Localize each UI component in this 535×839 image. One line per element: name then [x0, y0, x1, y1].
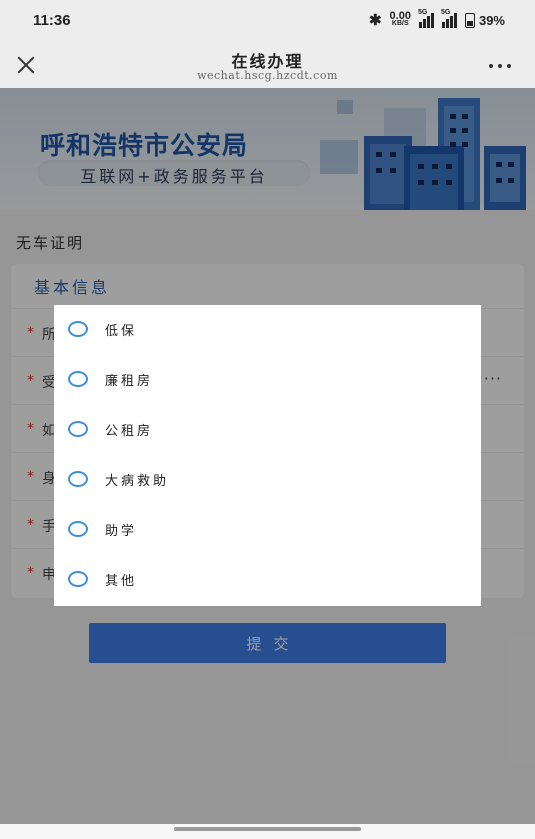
option-label: 低保: [105, 324, 138, 339]
battery-icon: [464, 12, 475, 28]
status-time: 11:36: [33, 12, 71, 29]
radio-icon[interactable]: [68, 421, 88, 437]
signal-label-2: 5G: [440, 9, 451, 16]
option-qita[interactable]: 其他: [54, 555, 481, 605]
option-zhuxue[interactable]: 助学: [54, 505, 481, 555]
radio-icon[interactable]: [68, 521, 88, 537]
net-speed-unit: KB/S: [391, 20, 409, 27]
more-icon[interactable]: [489, 64, 511, 68]
nav-bar: 在线办理 wechat.hscg.hzcdt.com: [0, 42, 535, 88]
bluetooth-icon: ✱: [368, 12, 382, 29]
option-label: 公租房: [105, 424, 154, 439]
network-speed: 0.00 KB/S: [389, 10, 411, 28]
status-bar: 11:36 ✱ 0.00 KB/S 5G 5G 39%: [0, 0, 535, 42]
signal-label-1: 5G: [417, 9, 428, 16]
option-gongzufang[interactable]: 公租房: [54, 405, 481, 455]
system-bottom-bar: [0, 824, 535, 839]
radio-icon[interactable]: [68, 321, 88, 337]
net-speed-value: 0.00: [389, 10, 411, 22]
battery-indicator: 39%: [464, 12, 505, 28]
signal-icon-1: 5G: [417, 9, 434, 28]
radio-icon[interactable]: [68, 571, 88, 587]
option-label: 大病救助: [105, 474, 170, 489]
radio-icon[interactable]: [68, 471, 88, 487]
option-lianzufang[interactable]: 廉租房: [54, 355, 481, 405]
option-dabingjiuzhu[interactable]: 大病救助: [54, 455, 481, 505]
battery-percent: 39%: [478, 12, 505, 28]
option-label: 其他: [105, 574, 138, 589]
option-label: 助学: [105, 524, 138, 539]
status-icons: ✱ 0.00 KB/S 5G 5G 39%: [368, 9, 505, 29]
home-indicator[interactable]: [174, 827, 361, 831]
option-label: 廉租房: [105, 374, 154, 389]
signal-icon-2: 5G: [440, 9, 457, 28]
radio-icon[interactable]: [68, 371, 88, 387]
page-url: wechat.hscg.hzcdt.com: [197, 69, 338, 82]
option-picker-dialog: 低保 廉租房 公租房 大病救助 助学 其他: [54, 305, 481, 606]
option-dibao[interactable]: 低保: [54, 305, 481, 355]
